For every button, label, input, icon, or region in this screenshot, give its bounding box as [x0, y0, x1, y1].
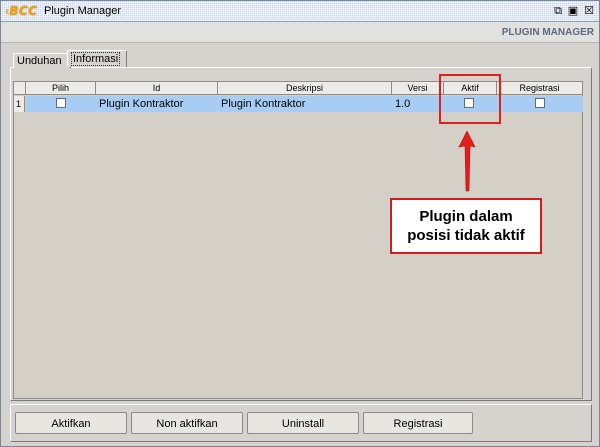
header-corner: [14, 82, 26, 95]
register-button[interactable]: Registrasi: [363, 412, 473, 434]
aktif-highlight-box: [439, 74, 501, 124]
cell-registrasi: [497, 96, 583, 112]
uninstall-button[interactable]: Uninstall: [247, 412, 359, 434]
bee-logo: ‹ BCC: [5, 4, 38, 19]
pilih-checkbox[interactable]: [56, 98, 66, 108]
activate-button[interactable]: Aktifkan: [15, 412, 127, 434]
tab-informasi[interactable]: Informasi: [67, 50, 127, 67]
plugin-manager-window: ‹ BCC Plugin Manager ⧉ ▣ ☒ PLUGIN MANAGE…: [0, 0, 600, 447]
annotation-arrow-icon: [458, 131, 476, 192]
header-strip: PLUGIN MANAGER: [1, 22, 599, 43]
window-title: Plugin Manager: [44, 5, 122, 17]
column-header-deskripsi[interactable]: Deskripsi: [218, 82, 392, 95]
header-label: PLUGIN MANAGER: [501, 27, 594, 38]
annotation-callout: Plugin dalam posisi tidak aktif: [390, 198, 542, 254]
tab-label: Unduhan: [17, 55, 62, 67]
column-header-pilih[interactable]: Pilih: [26, 82, 96, 95]
deactivate-button[interactable]: Non aktifkan: [131, 412, 243, 434]
tab-label: Informasi: [71, 52, 121, 66]
column-header-id[interactable]: Id: [96, 82, 218, 95]
cell-pilih: [26, 96, 96, 112]
close-icon[interactable]: ☒: [582, 4, 596, 18]
column-header-versi[interactable]: Versi: [392, 82, 444, 95]
callout-line-1: Plugin dalam: [419, 208, 513, 225]
registrasi-checkbox[interactable]: [535, 98, 545, 108]
cell-versi: 1.0: [392, 96, 444, 112]
maximize-icon[interactable]: ▣: [566, 4, 580, 18]
cell-deskripsi: Plugin Kontraktor: [218, 96, 392, 112]
logo-text: BCC: [9, 4, 38, 18]
callout-line-2: posisi tidak aktif: [407, 227, 525, 244]
tab-unduhan[interactable]: Unduhan: [13, 53, 71, 68]
restore-icon[interactable]: ⧉: [551, 4, 565, 18]
column-header-registrasi[interactable]: Registrasi: [497, 82, 583, 95]
title-bar[interactable]: ‹ BCC Plugin Manager ⧉ ▣ ☒: [1, 1, 599, 22]
cell-id: Plugin Kontraktor: [96, 96, 218, 112]
